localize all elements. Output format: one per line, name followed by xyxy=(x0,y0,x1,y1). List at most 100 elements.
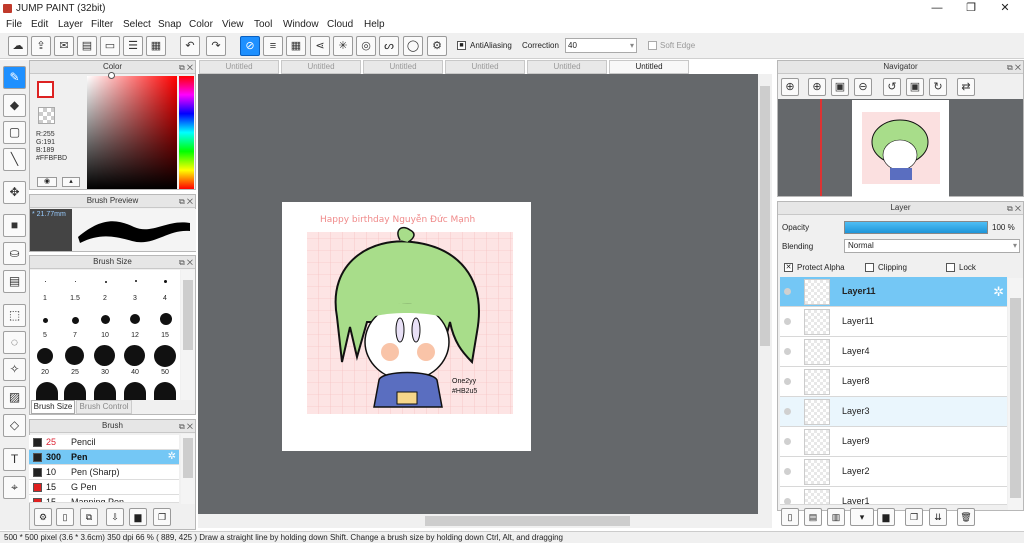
merge-layer-icon[interactable]: ⇊ xyxy=(929,508,947,526)
layer-row[interactable]: Layer2 xyxy=(780,457,1007,487)
tab-untitled-4[interactable]: Untitled xyxy=(445,60,525,74)
lasso-tool-icon[interactable]: ◌ xyxy=(3,331,26,354)
panel-close-icon[interactable]: ⧉ ✕ xyxy=(179,421,193,433)
menu-select[interactable]: Select xyxy=(123,19,151,30)
brush-size-dot[interactable] xyxy=(94,345,115,366)
color-menu-button[interactable]: ▴ xyxy=(62,177,80,187)
brush-size-dot[interactable] xyxy=(94,382,116,400)
circle-snap-icon[interactable]: ◎ xyxy=(356,36,376,56)
opacity-slider[interactable] xyxy=(844,221,988,234)
correction-select[interactable]: 40 ▾ xyxy=(565,38,637,53)
blending-select[interactable]: Normal ▾ xyxy=(844,239,1020,253)
brush-item-pen[interactable]: 300 Pen ✲ xyxy=(29,450,179,465)
brush-size-dot[interactable] xyxy=(37,348,53,364)
panel-close-icon[interactable]: ⧉ ✕ xyxy=(179,196,193,208)
pen-tool-icon[interactable]: ✎ xyxy=(3,66,26,89)
layer-row[interactable]: Layer8 xyxy=(780,367,1007,397)
layer-visibility-icon[interactable] xyxy=(784,498,791,504)
zoom-fit-icon[interactable]: ⊕ xyxy=(781,78,799,96)
brush-size-dot[interactable] xyxy=(72,317,79,324)
share-icon[interactable]: ⇪ xyxy=(31,36,51,56)
minimize-button[interactable]: — xyxy=(920,0,954,17)
delete-layer-icon[interactable]: 🗑 xyxy=(957,508,975,526)
layer-visibility-icon[interactable] xyxy=(784,438,791,445)
document-canvas[interactable]: Happy birthday Nguyễn Đức Mạnh One2yy #H… xyxy=(282,202,531,451)
brush-size-dot[interactable] xyxy=(64,382,86,400)
gradient-tool-icon[interactable]: ▤ xyxy=(3,270,26,293)
scrollbar-thumb[interactable] xyxy=(183,438,193,478)
color-picker-handle[interactable] xyxy=(108,72,115,79)
tab-brush-control[interactable]: Brush Control xyxy=(76,400,132,414)
text-tool-icon[interactable]: T xyxy=(3,448,26,471)
close-button[interactable]: ✕ xyxy=(988,0,1022,17)
scrollbar-thumb[interactable] xyxy=(760,86,770,346)
grid-icon[interactable]: ▦ xyxy=(146,36,166,56)
canvas-horizontal-scrollbar[interactable] xyxy=(198,514,772,528)
menu-tool[interactable]: Tool xyxy=(254,19,272,30)
brush-size-dot[interactable] xyxy=(154,382,176,400)
menu-cloud[interactable]: Cloud xyxy=(327,19,353,30)
menu-window[interactable]: Window xyxy=(283,19,319,30)
layer-list-scrollbar[interactable] xyxy=(1008,278,1023,510)
brush-folder-icon[interactable]: ▆ xyxy=(129,508,147,526)
brush-add-icon[interactable]: ⚙ xyxy=(34,508,52,526)
select-pen-tool-icon[interactable]: ▨ xyxy=(3,386,26,409)
new-folder-icon[interactable]: ▆ xyxy=(877,508,895,526)
menu-snap[interactable]: Snap xyxy=(158,19,181,30)
brush-item-g-pen[interactable]: 15 G Pen xyxy=(29,480,179,495)
panel-close-icon[interactable]: ⧉ ✕ xyxy=(179,62,193,74)
maximize-button[interactable]: ❐ xyxy=(954,0,988,17)
brush-item-mapping-pen[interactable]: 15 Mapping Pen xyxy=(29,495,179,503)
layer-row[interactable]: Layer4 xyxy=(780,337,1007,367)
cloud-icon[interactable]: ☁ xyxy=(8,36,28,56)
tab-untitled-1[interactable]: Untitled xyxy=(199,60,279,74)
new-layer-8bit-icon[interactable]: ▤ xyxy=(804,508,822,526)
protect-alpha-checkbox[interactable]: ✕ xyxy=(784,263,793,272)
brush-size-dot[interactable] xyxy=(36,382,58,400)
select-eraser-tool-icon[interactable]: ◇ xyxy=(3,414,26,437)
menu-filter[interactable]: Filter xyxy=(91,19,113,30)
brush-new-icon[interactable]: ▯ xyxy=(56,508,74,526)
layer-type-dropdown-icon[interactable]: ▾ xyxy=(850,508,874,526)
list-icon[interactable]: ☰ xyxy=(123,36,143,56)
new-layer-icon[interactable]: ▯ xyxy=(781,508,799,526)
comment-icon[interactable]: ✉ xyxy=(54,36,74,56)
layer-row[interactable]: Layer11 ✲ xyxy=(780,277,1007,307)
layer-visibility-icon[interactable] xyxy=(784,468,791,475)
brush-size-dot[interactable] xyxy=(154,345,176,367)
lock-checkbox[interactable] xyxy=(946,263,955,272)
page-icon[interactable]: ▭ xyxy=(100,36,120,56)
panel-close-icon[interactable]: ⧉ ✕ xyxy=(1007,203,1021,215)
soft-edge-checkbox[interactable] xyxy=(648,41,657,50)
layer-row[interactable]: Layer11 xyxy=(780,307,1007,337)
brush-size-dot[interactable] xyxy=(130,314,140,324)
brush-item-pen-sharp[interactable]: 10 Pen (Sharp) xyxy=(29,465,179,480)
flip-horizontal-icon[interactable]: ⇄ xyxy=(957,78,975,96)
eraser-tool-icon[interactable]: ◆ xyxy=(3,94,26,117)
brush-size-scrollbar[interactable] xyxy=(181,270,195,400)
brush-size-dot[interactable] xyxy=(101,315,110,324)
brush-size-dot[interactable] xyxy=(43,318,48,323)
menu-file[interactable]: File xyxy=(6,19,22,30)
menu-color[interactable]: Color xyxy=(189,19,213,30)
scrollbar-thumb[interactable] xyxy=(425,516,630,526)
foreground-color-swatch[interactable] xyxy=(37,81,54,98)
layer-visibility-icon[interactable] xyxy=(784,288,791,295)
transparent-color-swatch[interactable] xyxy=(38,107,55,124)
tab-untitled-6[interactable]: Untitled xyxy=(609,60,689,74)
menu-layer[interactable]: Layer xyxy=(58,19,83,30)
bucket-tool-icon[interactable]: ⛀ xyxy=(3,242,26,265)
scrollbar-thumb[interactable] xyxy=(1010,298,1021,498)
color-saturation-square[interactable] xyxy=(87,76,177,189)
layer-row[interactable]: Layer3 xyxy=(780,397,1007,427)
select-rect-tool-icon[interactable]: ⬚ xyxy=(3,304,26,327)
fill-rect-tool-icon[interactable]: ■ xyxy=(3,214,26,237)
menu-help[interactable]: Help xyxy=(364,19,385,30)
brush-list-scrollbar[interactable] xyxy=(181,434,195,504)
tab-brush-size[interactable]: Brush Size xyxy=(31,400,75,414)
brush-duplicate-icon[interactable]: ❐ xyxy=(153,508,171,526)
panel-close-icon[interactable]: ⧉ ✕ xyxy=(179,257,193,269)
menu-view[interactable]: View xyxy=(222,19,244,30)
brush-size-dot[interactable] xyxy=(164,280,167,283)
panel-close-icon[interactable]: ⧉ ✕ xyxy=(1007,62,1021,74)
